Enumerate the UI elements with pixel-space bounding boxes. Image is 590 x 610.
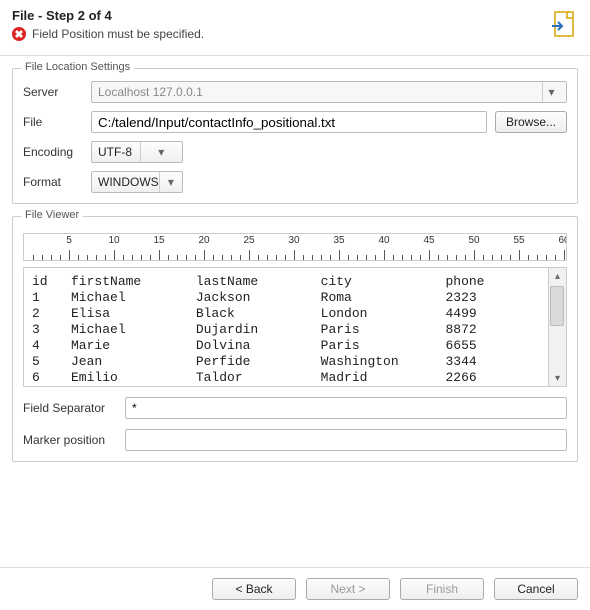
field-separator-input[interactable] — [125, 397, 567, 419]
cancel-button[interactable]: Cancel — [494, 578, 578, 600]
browse-button[interactable]: Browse... — [495, 111, 567, 133]
ruler-number: 45 — [423, 235, 434, 246]
encoding-select[interactable]: UTF-8 ▾ — [91, 141, 183, 163]
ruler-number: 60 — [558, 235, 567, 246]
ruler-number: 5 — [66, 235, 72, 246]
finish-button: Finish — [400, 578, 484, 600]
server-label: Server — [23, 85, 83, 99]
wizard-page-icon — [550, 10, 578, 43]
next-button: Next > — [306, 578, 390, 600]
marker-position-label: Marker position — [23, 433, 115, 447]
column-ruler[interactable]: 5 10 15 20 25 30 35 40 45 50 55 60 — [23, 233, 567, 261]
encoding-value: UTF-8 — [98, 145, 140, 159]
preview-scrollbar[interactable]: ▴ ▾ — [549, 267, 567, 387]
ruler-number: 50 — [468, 235, 479, 246]
format-label: Format — [23, 175, 83, 189]
format-select[interactable]: WINDOWS ▾ — [91, 171, 183, 193]
server-combo: Localhost 127.0.0.1 ▾ — [91, 81, 567, 103]
error-message: Field Position must be specified. — [32, 27, 204, 41]
marker-position-input[interactable] — [125, 429, 567, 451]
error-icon: ✖ — [12, 27, 26, 41]
file-label: File — [23, 115, 83, 129]
wizard-header: File - Step 2 of 4 ✖ Field Position must… — [0, 0, 590, 56]
ruler-number: 35 — [333, 235, 344, 246]
scroll-down-icon[interactable]: ▾ — [549, 370, 566, 386]
wizard-footer: < Back Next > Finish Cancel — [0, 567, 590, 610]
field-separator-label: Field Separator — [23, 401, 115, 415]
file-path-input[interactable] — [91, 111, 487, 133]
group-title: File Location Settings — [21, 61, 134, 73]
back-button[interactable]: < Back — [212, 578, 296, 600]
ruler-number: 10 — [108, 235, 119, 246]
chevron-down-icon: ▾ — [542, 82, 560, 102]
encoding-label: Encoding — [23, 145, 83, 159]
error-row: ✖ Field Position must be specified. — [12, 27, 578, 41]
chevron-down-icon: ▾ — [140, 142, 183, 162]
scroll-thumb[interactable] — [550, 286, 564, 326]
file-viewer-group: File Viewer 51015202530354045505560 id f… — [12, 216, 578, 462]
file-preview: id firstName lastName city phone 1 Micha… — [23, 267, 549, 387]
format-value: WINDOWS — [98, 175, 159, 189]
chevron-down-icon: ▾ — [159, 172, 182, 192]
ruler-number: 55 — [513, 235, 524, 246]
scroll-up-icon[interactable]: ▴ — [549, 268, 566, 284]
ruler-number: 25 — [243, 235, 254, 246]
ruler-number: 30 — [288, 235, 299, 246]
ruler-number: 40 — [378, 235, 389, 246]
ruler-number: 20 — [198, 235, 209, 246]
ruler-number: 15 — [153, 235, 164, 246]
file-location-group: File Location Settings Server Localhost … — [12, 68, 578, 204]
server-value: Localhost 127.0.0.1 — [98, 85, 542, 99]
page-title: File - Step 2 of 4 — [12, 8, 578, 23]
group-title: File Viewer — [21, 209, 83, 221]
